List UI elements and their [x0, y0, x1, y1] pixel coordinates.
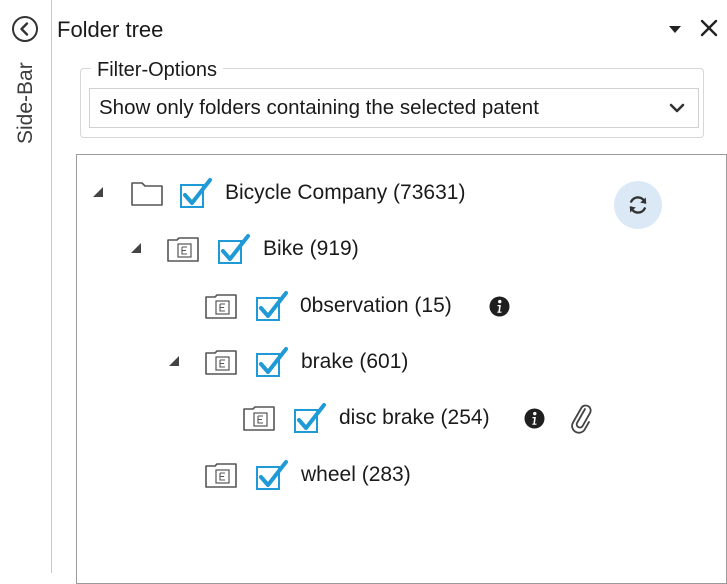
tagged-folder-icon — [167, 237, 199, 262]
checkbox-checked-icon[interactable] — [255, 346, 289, 378]
tree-node-label: wheel (283) — [301, 463, 411, 486]
filter-options-legend: Filter-Options — [91, 58, 224, 82]
tree-node-label: Bike (919) — [263, 237, 359, 260]
tree-node[interactable]: 0bservation (15) — [166, 289, 526, 323]
side-bar: Side-Bar — [0, 0, 52, 573]
tree-node[interactable]: Bicycle Company (73631) — [90, 176, 510, 210]
paperclip-icon[interactable] — [568, 402, 594, 434]
info-icon[interactable] — [489, 296, 510, 317]
close-icon[interactable] — [697, 16, 721, 40]
sidebar-label[interactable]: Side-Bar — [13, 56, 39, 151]
panel-title: Folder tree — [57, 17, 164, 42]
tree-node[interactable]: brake (601) — [166, 345, 426, 379]
refresh-icon — [629, 196, 647, 214]
checkbox-checked-icon[interactable] — [293, 402, 327, 434]
tree-node-label: disc brake (254) — [339, 406, 490, 429]
checkbox-checked-icon[interactable] — [179, 177, 213, 209]
chevron-down-icon — [669, 103, 685, 113]
tree-node[interactable]: Bike (919) — [128, 232, 388, 266]
tree-node-label: 0bservation (15) — [300, 294, 452, 317]
caret-down-icon[interactable] — [663, 16, 687, 40]
checkbox-checked-icon[interactable] — [217, 233, 251, 265]
info-icon[interactable] — [524, 408, 545, 429]
checkbox-checked-icon[interactable] — [255, 459, 289, 491]
tagged-folder-icon — [205, 463, 237, 488]
refresh-button[interactable] — [614, 181, 662, 229]
plain-folder-icon — [131, 182, 163, 206]
tree-node[interactable]: wheel (283) — [166, 458, 446, 492]
expand-arrow-icon[interactable] — [169, 356, 179, 366]
filter-select[interactable]: Show only folders containing the selecte… — [89, 88, 699, 128]
tree-node-label: Bicycle Company (73631) — [225, 181, 466, 204]
tagged-folder-icon — [205, 294, 237, 319]
tree-node-label: brake (601) — [301, 350, 409, 373]
expand-arrow-icon[interactable] — [131, 243, 141, 253]
checkbox-checked-icon[interactable] — [255, 290, 289, 322]
tagged-folder-icon — [243, 406, 275, 431]
chevron-left-circle-icon[interactable] — [11, 15, 39, 43]
tree-node[interactable]: disc brake (254) — [204, 401, 604, 435]
expand-arrow-icon[interactable] — [93, 187, 103, 197]
tagged-folder-icon — [205, 350, 237, 375]
filter-selected-value: Show only folders containing the selecte… — [99, 96, 539, 119]
